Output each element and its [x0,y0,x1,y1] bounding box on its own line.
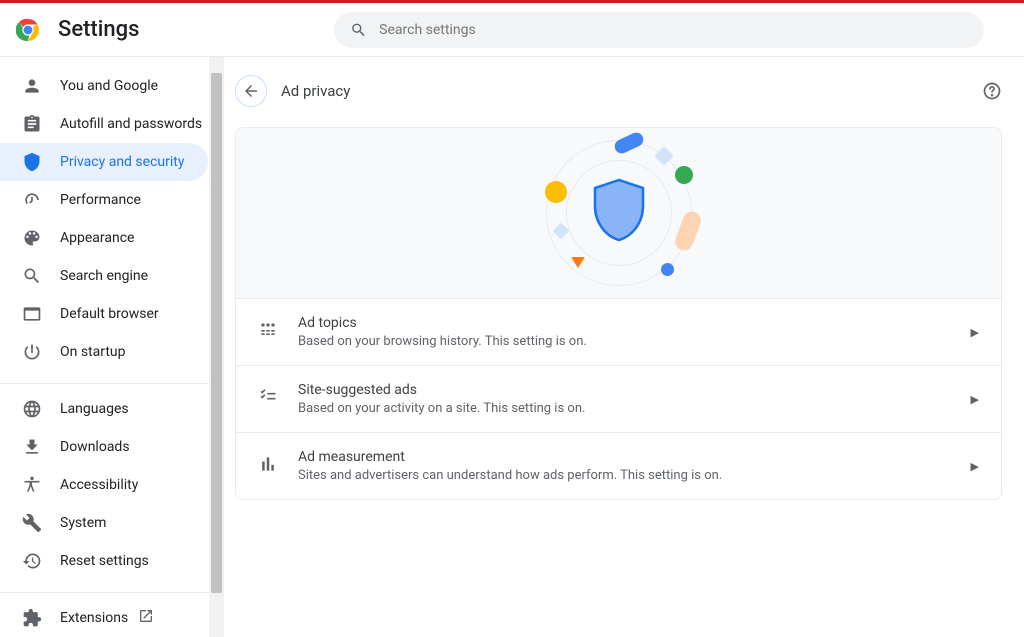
speedometer-icon [22,190,42,210]
sidebar-label: You and Google [60,78,158,94]
checklist-icon [258,387,278,411]
browser-icon [22,304,42,324]
chevron-right-icon: ▶ [971,393,979,406]
sidebar-label: Privacy and security [60,154,184,170]
settings-card: Ad topics Based on your browsing history… [235,127,1002,500]
sidebar-item-default-browser[interactable]: Default browser [0,295,208,333]
assignment-icon [22,114,42,134]
chrome-logo-icon [16,18,40,42]
bar-chart-icon [258,454,278,478]
arrow-back-icon [242,82,260,100]
sidebar-item-search-engine[interactable]: Search engine [0,257,208,295]
sidebar-divider [0,592,224,593]
app-title: Settings [58,17,139,42]
sidebar-item-on-startup[interactable]: On startup [0,333,208,371]
setting-row-site-suggested[interactable]: Site-suggested ads Based on your activit… [236,365,1001,432]
sidebar-label: Performance [60,192,141,208]
sidebar-label: Appearance [60,230,134,246]
sidebar-label: Languages [60,401,129,417]
sidebar-item-autofill[interactable]: Autofill and passwords [0,105,208,143]
topics-icon [258,320,278,344]
sidebar-label: System [60,515,106,531]
sidebar-label: On startup [60,344,126,360]
sidebar-label: Downloads [60,439,130,455]
sidebar-label: Default browser [60,306,159,322]
sidebar-label: Autofill and passwords [60,116,202,132]
row-title: Site-suggested ads [298,382,971,398]
sidebar-item-extensions[interactable]: Extensions [0,599,208,637]
sidebar-scrollbar-track[interactable] [209,57,224,637]
search-box[interactable] [334,12,984,48]
row-title: Ad topics [298,315,971,331]
sidebar-label: Reset settings [60,553,149,569]
sidebar-item-languages[interactable]: Languages [0,390,208,428]
shield-illustration-icon [591,178,647,244]
app-header: Settings [0,3,1024,57]
extension-icon [22,608,42,628]
sidebar-item-performance[interactable]: Performance [0,181,208,219]
globe-icon [22,399,42,419]
wrench-icon [22,513,42,533]
sidebar-label: Search engine [60,268,148,284]
setting-row-ad-measurement[interactable]: Ad measurement Sites and advertisers can… [236,432,1001,499]
page-title: Ad privacy [281,82,350,100]
sidebar-scrollbar-thumb[interactable] [211,73,222,593]
shield-icon [22,152,42,172]
sidebar-divider [0,383,224,384]
sidebar-item-privacy[interactable]: Privacy and security [0,143,208,181]
chevron-right-icon: ▶ [971,326,979,339]
restore-icon [22,551,42,571]
sidebar-item-system[interactable]: System [0,504,208,542]
sidebar-item-you-and-google[interactable]: You and Google [0,67,208,105]
sidebar-item-reset[interactable]: Reset settings [0,542,208,580]
search-icon [22,266,42,286]
palette-icon [22,228,42,248]
accessibility-icon [22,475,42,495]
person-icon [22,76,42,96]
hero-illustration [236,128,1001,298]
search-icon [350,21,367,39]
sidebar-item-downloads[interactable]: Downloads [0,428,208,466]
setting-row-ad-topics[interactable]: Ad topics Based on your browsing history… [236,298,1001,365]
back-button[interactable] [235,75,267,107]
search-input[interactable] [379,22,968,38]
download-icon [22,437,42,457]
row-subtitle: Sites and advertisers can understand how… [298,468,971,483]
row-subtitle: Based on your activity on a site. This s… [298,401,971,416]
sidebar-label: Accessibility [60,477,138,493]
row-subtitle: Based on your browsing history. This set… [298,334,971,349]
page-header: Ad privacy [235,67,1002,115]
power-icon [22,342,42,362]
help-icon [982,81,1002,101]
help-button[interactable] [982,81,1002,101]
sidebar-item-appearance[interactable]: Appearance [0,219,208,257]
row-title: Ad measurement [298,449,971,465]
sidebar-item-accessibility[interactable]: Accessibility [0,466,208,504]
sidebar-label: Extensions [60,610,128,626]
open-in-new-icon [138,608,154,628]
chevron-right-icon: ▶ [971,460,979,473]
main-content: Ad privacy [225,57,1024,637]
sidebar: You and Google Autofill and passwords Pr… [0,57,225,637]
